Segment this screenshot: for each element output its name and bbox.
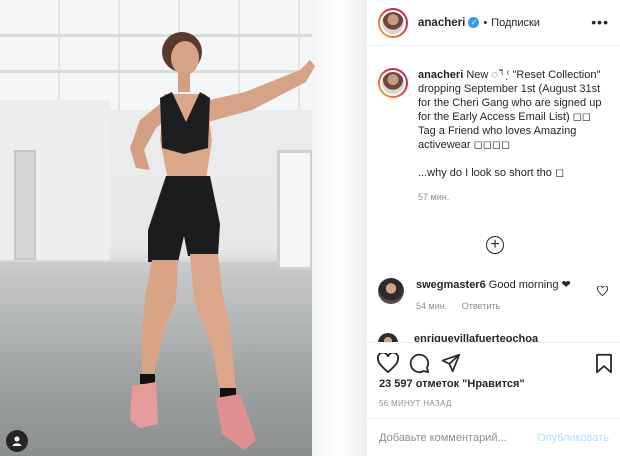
background-door <box>14 150 36 260</box>
commenter-avatar[interactable] <box>378 278 404 304</box>
caption-username[interactable]: anacheri <box>418 69 463 81</box>
caption-timestamp[interactable]: 57 мин. <box>418 190 608 204</box>
plus-circle-icon[interactable]: + <box>486 236 504 254</box>
avatar[interactable] <box>378 7 408 38</box>
speech-bubble-icon[interactable] <box>409 353 430 374</box>
caption-line-3: ...why do I look so short tho ◻ <box>418 167 565 179</box>
list-item: swegmaster6 Good morning ❤ 54 мин. Ответ… <box>378 278 614 311</box>
post-timestamp[interactable]: 56 МИНУТ НАЗАД <box>379 399 452 408</box>
add-comment-bar: Опубликовать <box>367 418 620 456</box>
paper-plane-icon[interactable] <box>441 353 461 373</box>
heart-icon[interactable] <box>377 353 399 373</box>
ellipsis-icon[interactable]: ••• <box>591 14 609 30</box>
comment-input[interactable] <box>379 431 538 444</box>
comment-username[interactable]: enriquevillafuerteochoa <box>414 333 538 342</box>
separator-dot: • <box>483 16 488 29</box>
user-tag-icon[interactable] <box>6 430 28 452</box>
list-item: enriquevillafuerteochoa <box>378 333 538 342</box>
caption-line-2: Tag a Friend who loves Amazing activewea… <box>418 125 577 151</box>
follow-button[interactable]: Подписки <box>491 17 540 29</box>
bookmark-icon[interactable] <box>595 353 613 374</box>
header-username[interactable]: anacheri <box>418 17 465 29</box>
post-actions: 23 597 отметок "Нравится" 56 МИНУТ НАЗАД <box>367 342 620 414</box>
comments-list[interactable]: anacheri New ◌ ⁽̆ ⁽̣ "Reset Collection" … <box>367 46 620 342</box>
verified-badge-icon: ✓ <box>468 17 480 28</box>
post-caption: anacheri New ◌ ⁽̆ ⁽̣ "Reset Collection" … <box>378 68 614 204</box>
publish-button[interactable]: Опубликовать <box>537 432 609 444</box>
heart-icon[interactable] <box>597 285 608 299</box>
comment-username[interactable]: swegmaster6 <box>416 279 486 291</box>
post-photo[interactable] <box>0 0 366 456</box>
comment-text: Good morning ❤ <box>488 279 571 291</box>
commenter-avatar[interactable] <box>378 333 398 342</box>
reply-button[interactable]: Ответить <box>462 301 500 311</box>
white-column <box>312 0 366 456</box>
post-side-panel: anacheri ✓ • Подписки ••• anacheri New ◌… <box>366 0 620 456</box>
woman-figure <box>130 32 315 450</box>
likes-count[interactable]: 23 597 отметок "Нравится" <box>379 378 525 390</box>
post-header: anacheri ✓ • Подписки ••• <box>367 0 620 46</box>
comment-timestamp[interactable]: 54 мин. <box>416 301 447 311</box>
caption-avatar[interactable] <box>378 68 408 98</box>
